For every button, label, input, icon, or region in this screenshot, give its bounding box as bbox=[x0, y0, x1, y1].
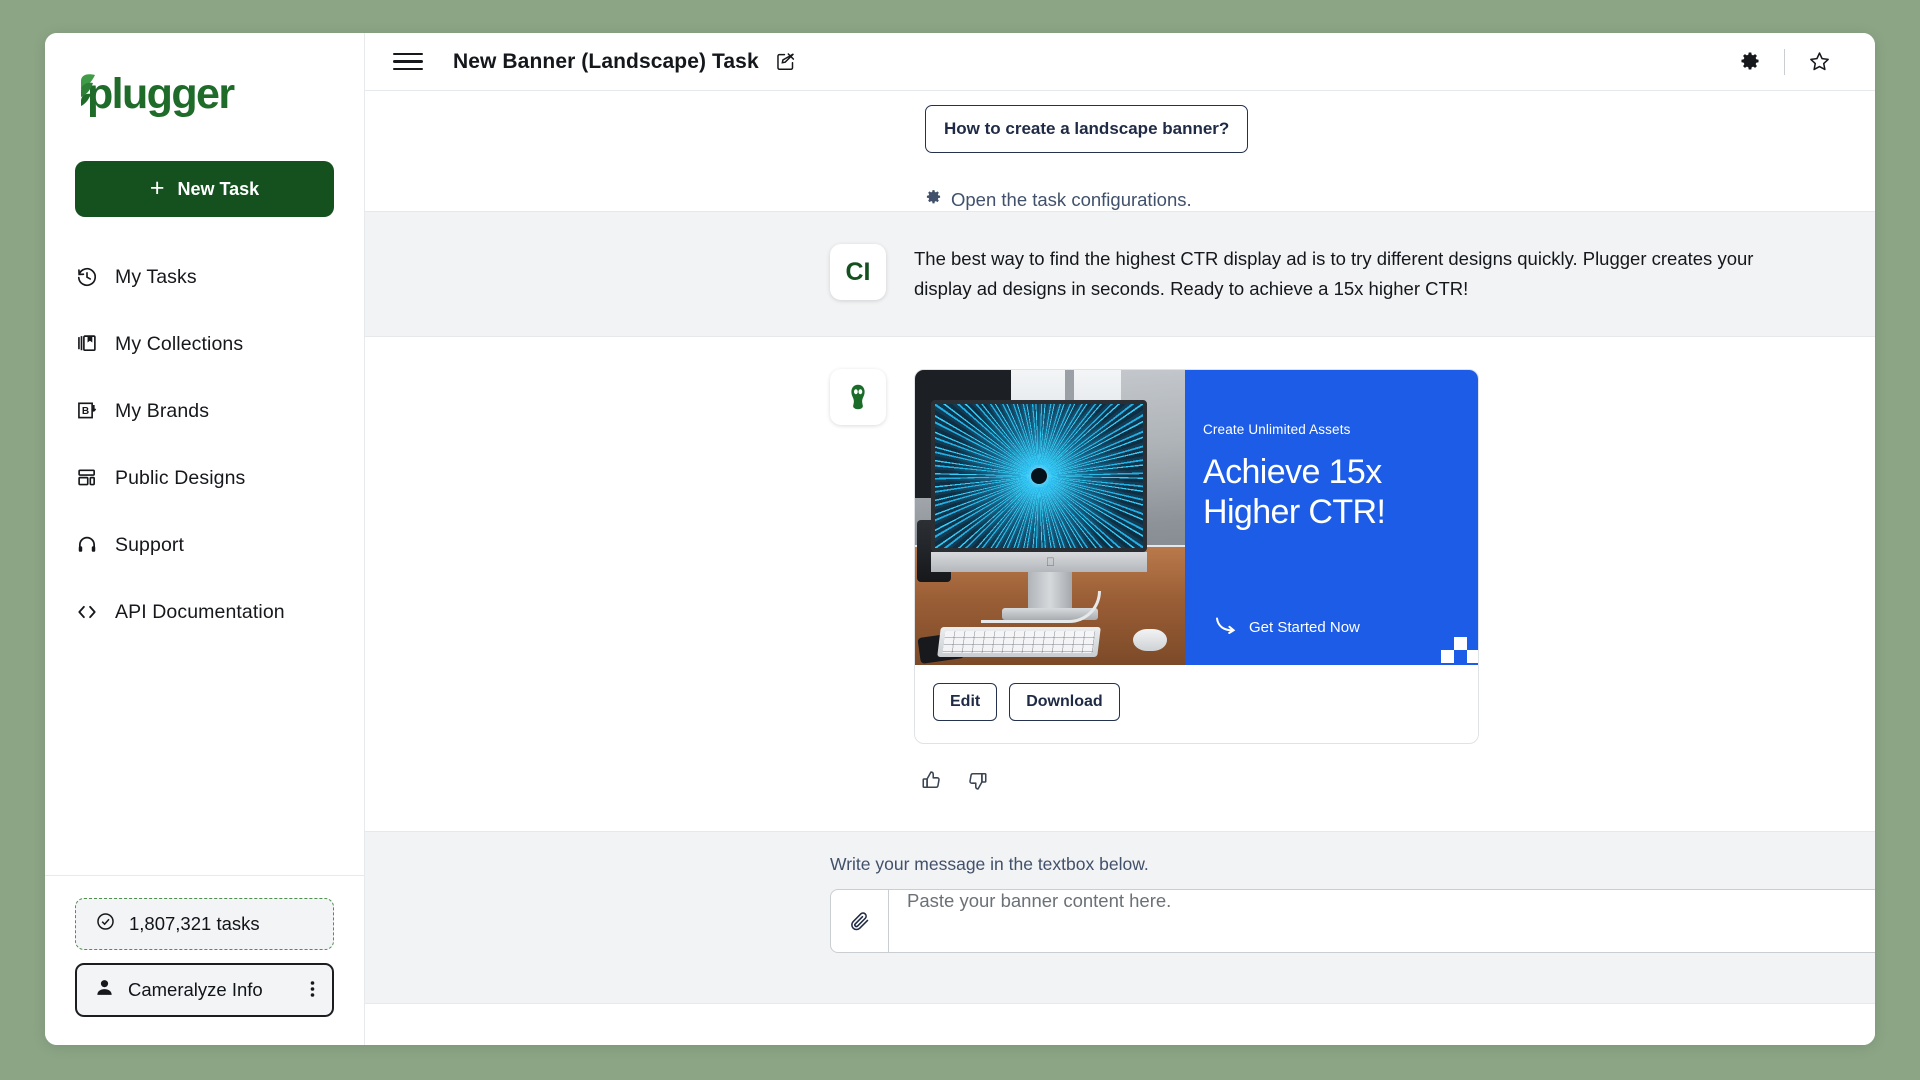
thumbs-up-icon[interactable] bbox=[916, 766, 946, 796]
sidebar-item-label: My Brands bbox=[115, 400, 209, 423]
edit-button[interactable]: Edit bbox=[933, 683, 997, 721]
card-actions: Edit Download bbox=[915, 665, 1478, 743]
top-bar: New Banner (Landscape) Task bbox=[365, 33, 1875, 91]
download-button[interactable]: Download bbox=[1009, 683, 1119, 721]
open-task-configurations-link[interactable]: Open the task configurations. bbox=[365, 153, 1875, 211]
three-dots-vertical-icon[interactable] bbox=[310, 979, 315, 1001]
plus-icon: + bbox=[150, 176, 165, 201]
main-panel: New Banner (Landscape) Task bbox=[365, 33, 1875, 1045]
tasks-counter-label: 1,807,321 tasks bbox=[129, 913, 260, 935]
sidebar-item-public-designs[interactable]: Public Designs bbox=[75, 456, 334, 500]
sidebar-item-my-collections[interactable]: My Collections bbox=[75, 322, 334, 366]
message-input[interactable] bbox=[889, 890, 1875, 952]
person-icon bbox=[94, 977, 115, 1003]
check-circle-icon bbox=[95, 911, 116, 937]
assistant-message: CI The best way to find the highest CTR … bbox=[365, 211, 1875, 337]
composer-hint: Write your message in the textbox below. bbox=[830, 854, 1875, 875]
sidebar-item-support[interactable]: Support bbox=[75, 523, 334, 567]
banner-preview[interactable]:  Create Unlimited Assets bbox=[915, 370, 1479, 665]
sidebar-item-label: API Documentation bbox=[115, 601, 285, 624]
suggestion-chip[interactable]: How to create a landscape banner? bbox=[925, 105, 1248, 153]
sidebar-footer: 1,807,321 tasks Cameralyze Info bbox=[45, 875, 364, 1045]
avatar: CI bbox=[830, 244, 886, 300]
sidebar-item-label: Public Designs bbox=[115, 467, 245, 490]
banner-kicker: Create Unlimited Assets bbox=[1203, 422, 1450, 437]
sidebar-item-label: My Collections bbox=[115, 333, 243, 356]
thumbs-down-icon[interactable] bbox=[962, 766, 992, 796]
leaf-p-logo-icon bbox=[75, 71, 119, 117]
new-task-button[interactable]: + New Task bbox=[75, 161, 334, 217]
brand-b-box-icon: B bbox=[75, 399, 99, 423]
curved-arrow-icon bbox=[1215, 617, 1239, 639]
sidebar-item-api-documentation[interactable]: API Documentation bbox=[75, 590, 334, 634]
banner-cta: Get Started Now bbox=[1215, 617, 1360, 639]
open-task-configurations-label: Open the task configurations. bbox=[951, 189, 1192, 211]
svg-text:B: B bbox=[82, 406, 89, 417]
sidebar-item-label: Support bbox=[115, 534, 184, 557]
dashboard-layout-icon bbox=[75, 466, 99, 490]
sidebar-item-my-brands[interactable]: B My Brands bbox=[75, 389, 334, 433]
chat-scroll-area[interactable]: How to create a landscape banner? Open t… bbox=[365, 91, 1875, 831]
message-composer: Write your message in the textbox below.… bbox=[365, 831, 1875, 1003]
edit-square-icon[interactable] bbox=[775, 51, 796, 72]
assistant-message-text: The best way to find the highest CTR dis… bbox=[914, 244, 1755, 304]
banner-headline-line1: Achieve 15x bbox=[1203, 452, 1450, 492]
gear-icon bbox=[925, 189, 942, 211]
code-brackets-icon bbox=[75, 600, 99, 624]
page-title: New Banner (Landscape) Task bbox=[453, 50, 759, 74]
suggestion-row: How to create a landscape banner? bbox=[365, 91, 1875, 153]
star-outline-icon[interactable] bbox=[1793, 42, 1845, 82]
feedback-row bbox=[914, 744, 1755, 796]
banner-headline-line2: Higher CTR! bbox=[1203, 492, 1450, 532]
banner-cta-label: Get Started Now bbox=[1249, 619, 1360, 636]
top-bar-actions bbox=[1724, 42, 1845, 82]
bottom-strip bbox=[365, 1003, 1875, 1045]
logo-area[interactable]: plugger bbox=[45, 33, 364, 145]
tasks-counter: 1,807,321 tasks bbox=[75, 898, 334, 950]
headset-icon bbox=[75, 533, 99, 557]
account-label: Cameralyze Info bbox=[128, 979, 297, 1001]
hamburger-menu-icon[interactable] bbox=[393, 47, 423, 77]
sidebar-nav: My Tasks My Collections B bbox=[45, 255, 364, 657]
account-button[interactable]: Cameralyze Info bbox=[75, 963, 334, 1017]
banner-text-panel: Create Unlimited Assets Achieve 15x High… bbox=[1185, 370, 1479, 665]
gear-icon[interactable] bbox=[1724, 42, 1776, 82]
banner-checker-decoration bbox=[1440, 637, 1479, 665]
sidebar-item-label: My Tasks bbox=[115, 266, 197, 289]
collections-book-icon bbox=[75, 332, 99, 356]
new-task-label: New Task bbox=[177, 179, 259, 200]
history-clock-icon bbox=[75, 265, 99, 289]
toolbar-divider bbox=[1784, 49, 1785, 75]
result-message:  Create Unlimited Assets bbox=[365, 337, 1875, 828]
composer-box: ◢ bbox=[830, 889, 1875, 953]
plugger-leaf-avatar-icon bbox=[830, 369, 886, 425]
paperclip-icon[interactable] bbox=[831, 890, 889, 952]
sidebar: plugger + New Task My Tasks bbox=[45, 33, 365, 1045]
banner-photo:  bbox=[915, 370, 1185, 665]
design-result-card:  Create Unlimited Assets bbox=[914, 369, 1479, 744]
sidebar-item-my-tasks[interactable]: My Tasks bbox=[75, 255, 334, 299]
app-window: plugger + New Task My Tasks bbox=[45, 33, 1875, 1045]
